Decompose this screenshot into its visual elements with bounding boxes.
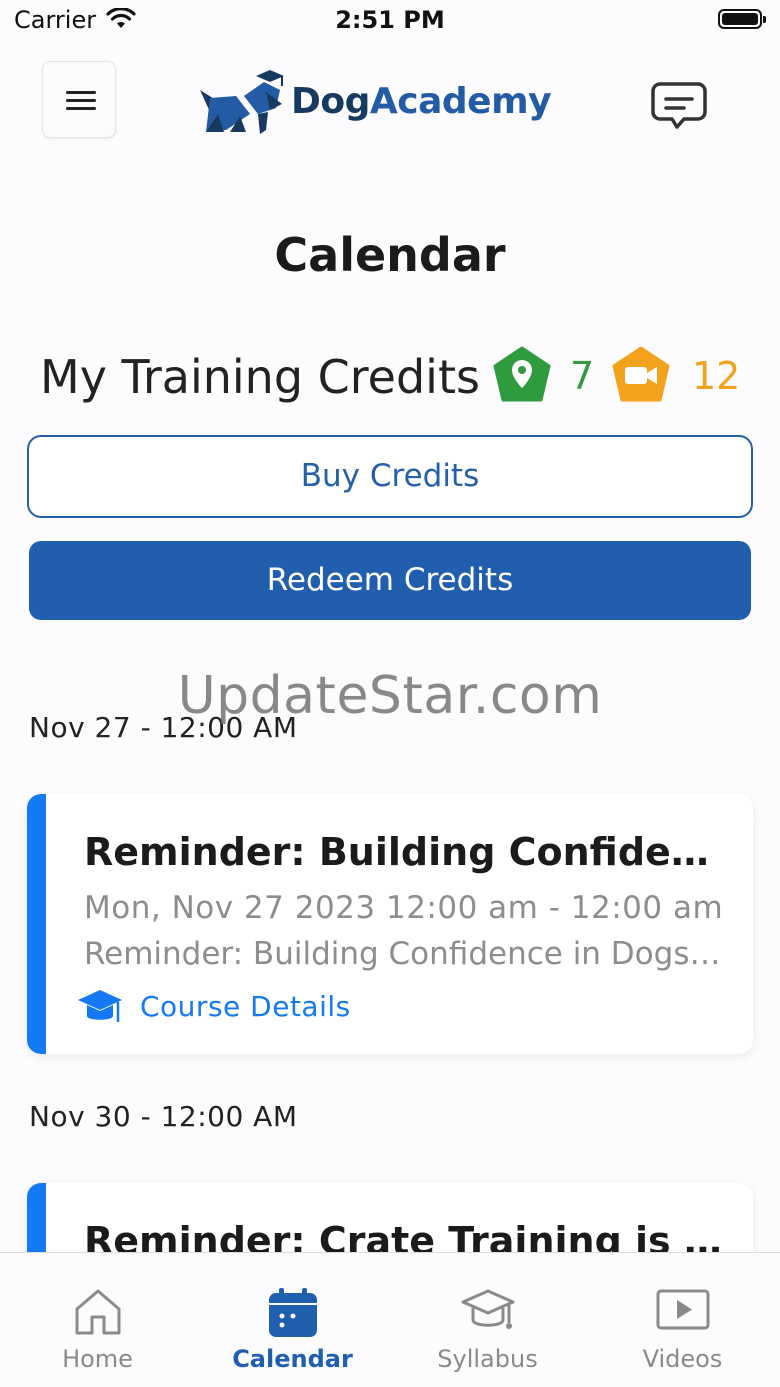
tab-syllabus-label: Syllabus xyxy=(437,1345,538,1373)
chat-bubble-icon xyxy=(651,82,707,129)
chat-button[interactable] xyxy=(650,80,708,134)
training-credits-row: My Training Credits 7 12 xyxy=(40,346,760,410)
in-person-credit-count: 7 xyxy=(570,354,595,398)
tab-videos[interactable]: Videos xyxy=(585,1253,780,1387)
course-details-label: Course Details xyxy=(140,990,351,1023)
battery-icon xyxy=(718,9,766,29)
graduation-cap-icon xyxy=(461,1289,514,1329)
home-icon xyxy=(75,1289,120,1335)
menu-button[interactable] xyxy=(42,61,116,138)
event-date-header: Nov 30 - 12:00 AM xyxy=(29,1100,298,1133)
tab-calendar[interactable]: Calendar xyxy=(195,1253,390,1387)
tab-videos-label: Videos xyxy=(642,1345,723,1373)
event-date-header: Nov 27 - 12:00 AM xyxy=(29,711,298,744)
graduation-cap-icon xyxy=(78,990,122,1022)
event-accent-bar xyxy=(27,794,46,1054)
tab-bar: Home Calendar Syllabus Videos xyxy=(0,1252,780,1387)
tab-syllabus[interactable]: Syllabus xyxy=(390,1253,585,1387)
location-pin-pentagon-icon xyxy=(493,346,551,402)
calendar-screen: Carrier 2:51 PM DogAcademy Calendar My T… xyxy=(0,0,780,1387)
logo-wordmark: DogAcademy xyxy=(291,81,552,122)
event-title: Reminder: Building Confidence in Dogs xyxy=(84,830,724,874)
logo-dog-text: Dog xyxy=(291,81,370,122)
dog-academy-logo: DogAcademy xyxy=(196,68,586,138)
event-card[interactable]: Reminder: Building Confidence in Dogs Mo… xyxy=(27,794,753,1054)
credits-label: My Training Credits xyxy=(40,350,480,404)
redeem-credits-button[interactable]: Redeem Credits xyxy=(29,541,751,620)
calendar-icon xyxy=(268,1288,317,1337)
event-description: Reminder: Building Confidence in Dogs is… xyxy=(84,936,724,972)
video-camera-pentagon-icon xyxy=(612,346,670,402)
tab-home-label: Home xyxy=(62,1345,133,1373)
tab-calendar-label: Calendar xyxy=(232,1345,353,1373)
play-icon xyxy=(656,1289,709,1330)
status-bar: Carrier 2:51 PM xyxy=(0,0,780,44)
page-title: Calendar xyxy=(274,228,506,282)
status-time: 2:51 PM xyxy=(335,6,445,34)
dog-mascot-icon xyxy=(200,70,284,134)
tab-home[interactable]: Home xyxy=(0,1253,195,1387)
buy-credits-button[interactable]: Buy Credits xyxy=(27,435,753,518)
logo-academy-text: Academy xyxy=(369,81,552,122)
virtual-credit-count: 12 xyxy=(692,354,741,398)
event-time-range: Mon, Nov 27 2023 12:00 am - 12:00 am xyxy=(84,890,724,926)
